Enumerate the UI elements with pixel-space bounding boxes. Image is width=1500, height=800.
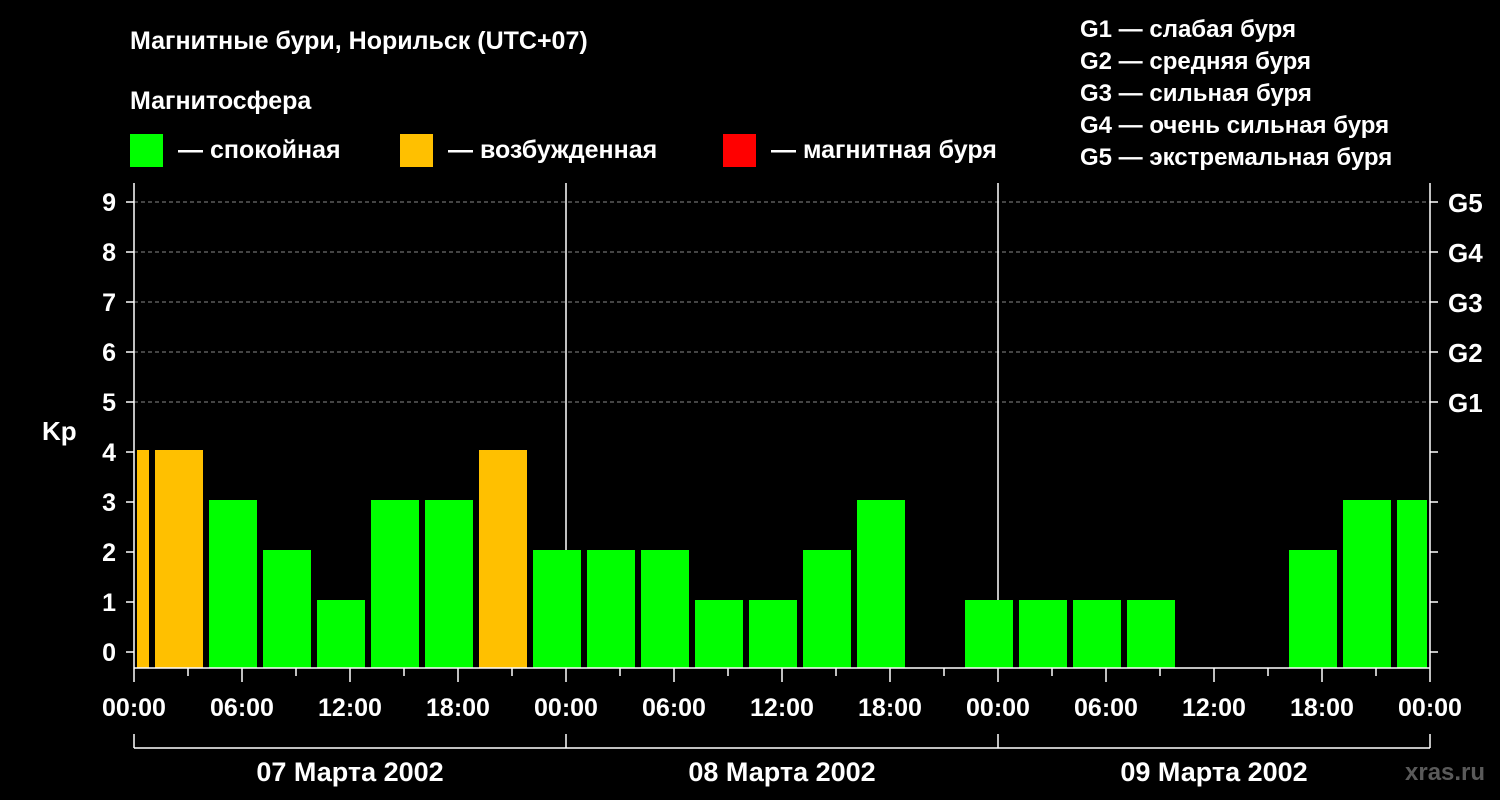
y-tick-label: 0: [102, 639, 116, 667]
legend-label: — спокойная: [178, 136, 341, 164]
watermark: xras.ru: [1405, 759, 1485, 786]
x-tick-label: 00:00: [102, 694, 166, 722]
day-label: 09 Марта 2002: [1120, 757, 1307, 787]
kp-bar: [1127, 600, 1175, 668]
storm-scale-label: G2: [1448, 338, 1483, 368]
kp-bar: [641, 550, 689, 668]
legend-label: — магнитная буря: [771, 136, 997, 164]
kp-bar: [857, 500, 905, 668]
day-label: 07 Марта 2002: [256, 757, 443, 787]
chart-subtitle: Магнитосфера: [130, 87, 312, 115]
grid: [134, 183, 1430, 668]
kp-bar: [533, 550, 581, 668]
y-tick-label: 2: [102, 539, 116, 567]
bars: [137, 450, 1427, 668]
storm-scale-label: G1: [1448, 388, 1483, 418]
storm-scale-label: G4: [1448, 238, 1483, 268]
x-tick-label: 06:00: [642, 694, 706, 722]
x-tick-label: 06:00: [210, 694, 274, 722]
kp-bar: [155, 450, 203, 668]
legend-swatch: [723, 134, 756, 167]
storm-legend-item: G3 — сильная буря: [1080, 80, 1312, 107]
kp-bar: [371, 500, 419, 668]
x-tick-label: 18:00: [426, 694, 490, 722]
storm-legend-item: G5 — экстремальная буря: [1080, 144, 1392, 171]
storm-scale-label: G3: [1448, 288, 1483, 318]
kp-bar: [1289, 550, 1337, 668]
kp-bar: [1397, 500, 1427, 668]
kp-bar: [587, 550, 635, 668]
y-tick-label: 1: [102, 589, 116, 617]
kp-bar: [1073, 600, 1121, 668]
kp-bar: [1343, 500, 1391, 668]
kp-bar: [425, 500, 473, 668]
x-tick-label: 12:00: [1182, 694, 1246, 722]
kp-bar: [317, 600, 365, 668]
x-tick-label: 12:00: [318, 694, 382, 722]
storm-scale-label: G5: [1448, 188, 1483, 218]
chart-title: Магнитные бури, Норильск (UTC+07): [130, 27, 588, 55]
kp-bar: [1019, 600, 1067, 668]
y-tick-label: 6: [102, 339, 116, 367]
storm-legend-item: G1 — слабая буря: [1080, 16, 1296, 43]
y-tick-label: 3: [102, 489, 116, 517]
kp-bar: [209, 500, 257, 668]
y-tick-label: 4: [102, 439, 116, 467]
x-tick-label: 18:00: [858, 694, 922, 722]
kp-bar: [749, 600, 797, 668]
kp-bar: [263, 550, 311, 668]
y-axis-label: Kp: [42, 416, 77, 446]
kp-bar: [695, 600, 743, 668]
storm-legend-item: G2 — средняя буря: [1080, 48, 1311, 75]
axes: 0 1 2 3 4 5 6 7 8 9 G1 G2 G3 G4 G5 00:00 06:00 12:00 18:00…: [102, 183, 1483, 787]
day-label: 08 Марта 2002: [688, 757, 875, 787]
kp-chart: Магнитные бури, Норильск (UTC+07) Магнит…: [42, 16, 1485, 787]
x-tick-label: 00:00: [534, 694, 598, 722]
x-tick-label: 18:00: [1290, 694, 1354, 722]
kp-bar: [965, 600, 1013, 668]
kp-bar: [803, 550, 851, 668]
y-tick-label: 9: [102, 189, 116, 217]
storm-legend-item: G4 — очень сильная буря: [1080, 112, 1389, 139]
y-tick-label: 7: [102, 289, 116, 317]
x-tick-label: 00:00: [1398, 694, 1462, 722]
x-tick-label: 00:00: [966, 694, 1030, 722]
kp-bar: [137, 450, 149, 668]
y-tick-label: 8: [102, 239, 116, 267]
x-tick-label: 06:00: [1074, 694, 1138, 722]
legend-label: — возбужденная: [448, 136, 657, 164]
legend-swatch: [400, 134, 433, 167]
y-tick-label: 5: [102, 389, 116, 417]
x-tick-label: 12:00: [750, 694, 814, 722]
kp-bar: [479, 450, 527, 668]
legend-swatch: [130, 134, 163, 167]
